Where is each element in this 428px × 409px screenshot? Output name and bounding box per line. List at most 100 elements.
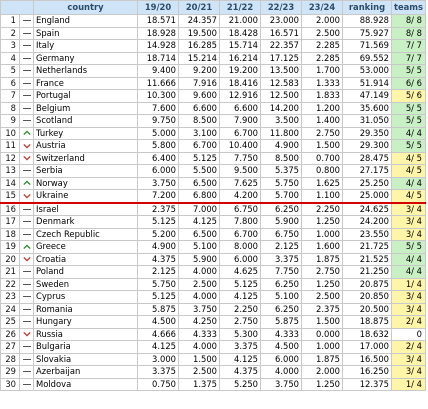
header-teams[interactable]: teams [391,0,426,15]
season-19-20-cell: 18.571 [137,14,179,28]
season-23-24-cell: 2.750 [301,126,343,140]
teams-cell: 4/ 5 [391,189,426,204]
ranking-total-cell: 29.350 [342,126,392,140]
season-20-21-cell: 5.500 [178,164,220,178]
country-cell: Austria [33,139,138,153]
season-22-23-cell: 8.500 [260,151,302,165]
country-cell: Serbia [33,164,138,178]
season-19-20-cell: 11.666 [137,76,179,90]
trend-cell [19,352,34,366]
table-row: 17 Denmark 5.125 4.125 7.800 5.900 1.250 24.200… [0,215,426,229]
rank-cell: 8 [0,101,20,115]
chevron-down-icon [22,331,31,337]
table-row: 24 Romania 5.875 3.750 2.250 6.250 2.375 20.500… [0,302,426,316]
trend-cell [19,240,34,254]
country-cell: Slovakia [33,352,138,366]
trend-cell [19,340,34,354]
season-21-22-cell: 4.200 [219,189,261,204]
header-season-19-20[interactable]: 19/20 [137,0,179,15]
ranking-total-cell: 53.000 [342,64,392,78]
trend-cell [19,327,34,341]
season-21-22-cell: 16.214 [219,51,261,65]
country-cell: Denmark [33,215,138,229]
rank-cell: 18 [0,227,20,241]
rank-cell: 22 [0,277,20,291]
season-19-20-cell: 6.000 [137,164,179,178]
teams-cell: 4/ 4 [391,265,426,279]
chevron-down-icon [22,193,31,199]
season-19-20-cell: 5.800 [137,139,179,153]
season-22-23-cell: 6.250 [260,302,302,316]
teams-cell: 2/ 4 [391,340,426,354]
trend-cell [19,227,34,241]
season-23-24-cell: 0.000 [301,327,343,341]
header-ranking[interactable]: ranking [342,0,392,15]
teams-cell: 5/ 5 [391,114,426,128]
season-23-24-cell: 1.700 [301,64,343,78]
no-change-dash-icon [22,371,31,372]
no-change-dash-icon [22,170,31,171]
trend-cell [19,252,34,266]
season-19-20-cell: 14.928 [137,39,179,53]
season-19-20-cell: 2.125 [137,265,179,279]
season-19-20-cell: 4.666 [137,327,179,341]
header-rank[interactable] [0,0,34,15]
teams-cell: 3/ 4 [391,215,426,229]
season-21-22-cell: 10.400 [219,139,261,153]
table-row: 21 Poland 2.125 4.000 4.625 7.750 2.750 21.250 4… [0,265,426,279]
trend-cell [19,126,34,140]
season-20-21-cell: 6.500 [178,227,220,241]
table-row: 29 Azerbaijan 3.375 2.500 4.375 4.000 2.000 16.… [0,365,426,379]
header-country[interactable]: country [33,0,138,15]
season-21-22-cell: 7.750 [219,151,261,165]
trend-cell [19,64,34,78]
teams-cell: 1/ 4 [391,277,426,291]
teams-cell: 3/ 4 [391,352,426,366]
trend-cell [19,39,34,53]
table-row: 9 Scotland 9.750 8.500 7.900 3.500 1.400 31.050… [0,114,426,128]
season-23-24-cell: 1.250 [301,277,343,291]
country-cell: Portugal [33,89,138,103]
season-22-23-cell: 3.375 [260,252,302,266]
no-change-dash-icon [22,346,31,347]
rank-cell: 10 [0,126,20,140]
season-19-20-cell: 4.375 [137,252,179,266]
trend-cell [19,26,34,40]
table-row: 2 Spain 18.928 19.500 18.428 16.571 2.500 75.92… [0,26,426,40]
season-22-23-cell: 3.500 [260,114,302,128]
table-row: 26 Russia 4.666 4.333 5.300 4.333 0.000 18.632 0 [0,327,426,341]
season-21-22-cell: 4.125 [219,290,261,304]
teams-cell: 3/ 4 [391,290,426,304]
season-21-22-cell: 8.000 [219,240,261,254]
season-23-24-cell: 1.400 [301,114,343,128]
teams-cell: 3/ 4 [391,202,426,216]
trend-cell [19,164,34,178]
country-cell: Italy [33,39,138,53]
table-row: 6 France 11.666 7.916 18.416 12.583 1.333 51.91… [0,76,426,90]
season-22-23-cell: 4.333 [260,327,302,341]
no-change-dash-icon [22,208,31,210]
season-21-22-cell: 3.375 [219,340,261,354]
rank-cell: 17 [0,215,20,229]
rank-cell: 19 [0,240,20,254]
header-season-23-24[interactable]: 23/24 [301,0,343,15]
chevron-up-icon [22,130,31,136]
ranking-total-cell: 25.250 [342,176,392,190]
country-cell: Greece [33,240,138,254]
season-22-23-cell: 5.750 [260,176,302,190]
season-22-23-cell: 5.700 [260,189,302,204]
season-20-21-cell: 6.800 [178,189,220,204]
rank-cell: 23 [0,290,20,304]
ranking-total-cell: 31.050 [342,114,392,128]
season-22-23-cell: 4.900 [260,139,302,153]
country-cell: Belgium [33,101,138,115]
season-23-24-cell: 1.250 [301,377,343,391]
header-season-21-22[interactable]: 21/22 [219,0,261,15]
season-22-23-cell: 5.100 [260,290,302,304]
trend-cell [19,176,34,190]
teams-cell: 7/ 7 [391,51,426,65]
trend-cell [19,277,34,291]
season-22-23-cell: 14.200 [260,101,302,115]
header-season-20-21[interactable]: 20/21 [178,0,220,15]
header-season-22-23[interactable]: 22/23 [260,0,302,15]
